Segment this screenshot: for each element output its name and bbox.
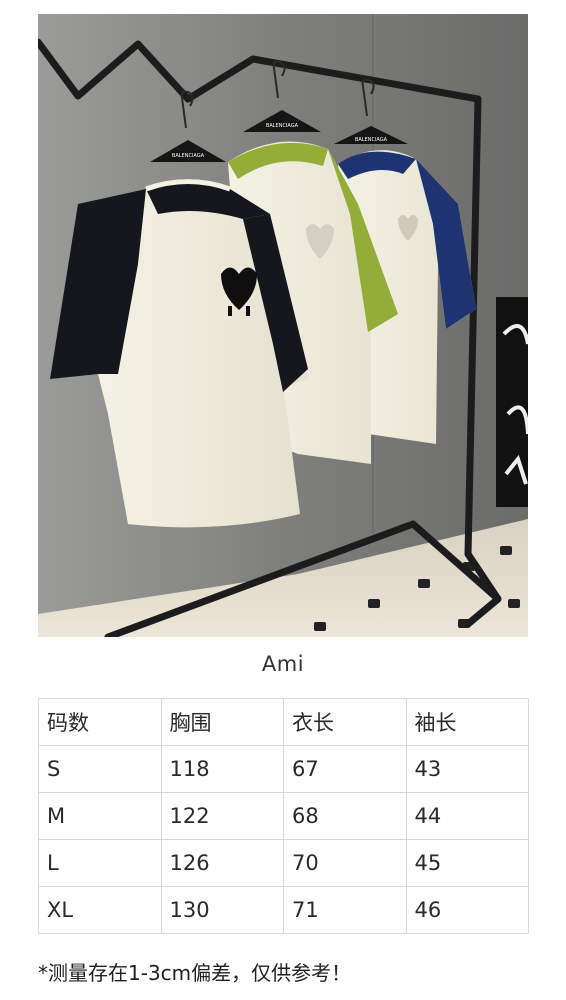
product-photo: BALENCIAGA BALENCIAGA BALENCIAGA (38, 14, 528, 637)
size-table-header-row: 码数 胸围 衣长 袖长 (38, 698, 529, 746)
brand-name: Ami (261, 652, 305, 676)
table-row: XL 130 71 46 (38, 886, 529, 934)
cell-size: M (38, 792, 162, 840)
cell-chest: 118 (160, 745, 284, 793)
hanger-brand-3: BALENCIAGA (355, 137, 388, 143)
header-chest: 胸围 (160, 698, 284, 746)
cell-length: 70 (283, 839, 407, 887)
cell-length: 67 (283, 745, 407, 793)
cell-size: XL (38, 886, 162, 934)
cell-length: 68 (283, 792, 407, 840)
hanger-brand-2: BALENCIAGA (266, 123, 299, 129)
table-row: L 126 70 45 (38, 839, 529, 887)
cell-sleeve: 46 (405, 886, 529, 934)
size-table: 码数 胸围 衣长 袖长 S 118 67 43 M 122 68 44 L 12… (38, 698, 529, 934)
header-length: 衣长 (283, 698, 407, 746)
cell-length: 71 (283, 886, 407, 934)
cell-chest: 126 (160, 839, 284, 887)
cell-sleeve: 45 (405, 839, 529, 887)
cell-sleeve: 43 (405, 745, 529, 793)
cell-chest: 122 (160, 792, 284, 840)
tshirts-on-rack-illustration: BALENCIAGA BALENCIAGA BALENCIAGA (38, 14, 528, 637)
cell-size: S (38, 745, 162, 793)
cell-size: L (38, 839, 162, 887)
hanger-brand-1: BALENCIAGA (172, 153, 205, 159)
header-size: 码数 (38, 698, 162, 746)
header-sleeve: 袖长 (405, 698, 529, 746)
table-row: S 118 67 43 (38, 745, 529, 793)
measurement-note: *测量存在1-3cm偏差，仅供参考！ (38, 961, 352, 985)
cell-chest: 130 (160, 886, 284, 934)
cell-sleeve: 44 (405, 792, 529, 840)
table-row: M 122 68 44 (38, 792, 529, 840)
